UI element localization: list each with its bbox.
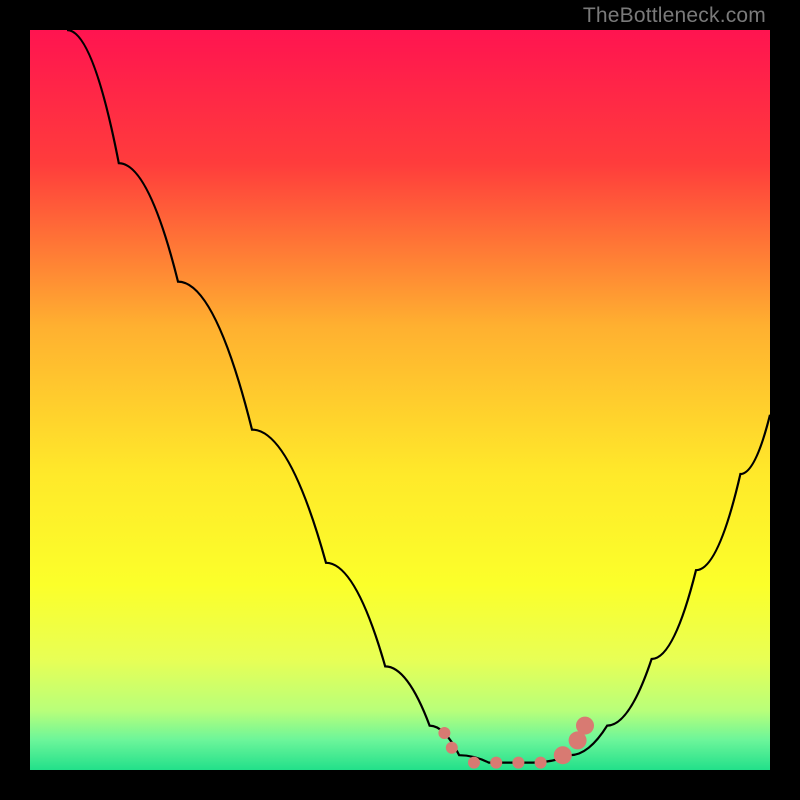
marker-dot: [446, 742, 458, 754]
chart-frame: [30, 30, 770, 770]
marker-dot: [438, 727, 450, 739]
marker-dot: [576, 717, 594, 735]
chart-svg: [30, 30, 770, 770]
marker-dot: [554, 746, 572, 764]
watermark-text: TheBottleneck.com: [583, 4, 766, 28]
marker-dot: [512, 757, 524, 769]
marker-dot: [490, 757, 502, 769]
marker-dot: [535, 757, 547, 769]
marker-dot: [468, 757, 480, 769]
gradient-background: [30, 30, 770, 770]
